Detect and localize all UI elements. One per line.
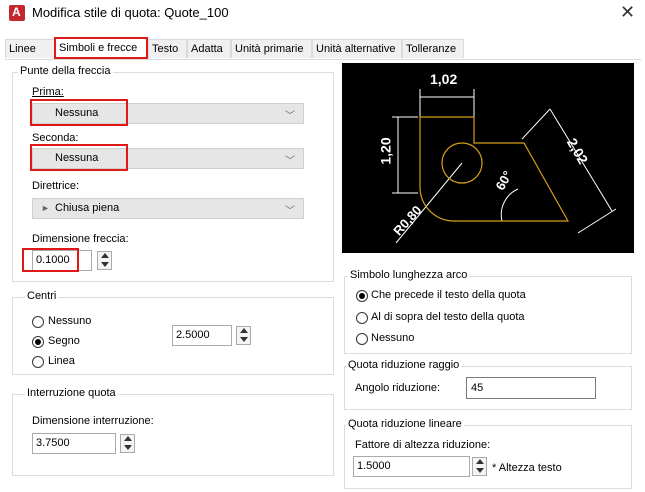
jog-angle-label: Angolo riduzione:: [355, 382, 441, 394]
jog-angle-input[interactable]: 45: [466, 377, 596, 399]
window-title: Modifica stile di quota: Quote_100: [32, 5, 229, 20]
dim-break-legend: Interruzione quota: [25, 387, 118, 399]
chevron-down-icon: ﹀: [285, 156, 295, 167]
close-icon[interactable]: ✕: [620, 2, 635, 23]
break-size-spinner[interactable]: [120, 434, 135, 453]
dimension-preview: 1,02 1,20 2,02 60° R0,80: [342, 63, 634, 253]
chevron-down-icon: ﹀: [285, 111, 295, 122]
arrowheads-legend: Punte della freccia: [18, 65, 113, 77]
center-line-label: Linea: [48, 355, 75, 367]
arc-above-label: Al di sopra del testo della quota: [371, 311, 525, 323]
leader-dropdown[interactable]: ► Chiusa piena ﹀: [32, 198, 304, 219]
break-size-label: Dimensione interruzione:: [32, 415, 154, 427]
title-bar: A Modifica stile di quota: Quote_100 ✕: [0, 0, 645, 26]
center-mark-radio[interactable]: [32, 336, 44, 348]
arc-none-label: Nessuno: [371, 332, 415, 344]
center-size-value: 2.5000: [176, 329, 210, 341]
jog-height-suffix: * Altezza testo: [492, 462, 562, 474]
first-arrow-label: Prima:: [32, 86, 64, 98]
tab-testo[interactable]: Testo: [148, 39, 187, 58]
preview-dim-top: 1,02: [430, 71, 458, 87]
center-marks-legend: Centri: [25, 290, 59, 302]
center-size-input[interactable]: 2.5000: [172, 325, 232, 346]
jog-angle-value: 45: [471, 382, 484, 394]
tab-linee[interactable]: Linee: [5, 39, 55, 58]
tab-tolleranze[interactable]: Tolleranze: [402, 39, 464, 58]
chevron-down-icon: ﹀: [285, 206, 295, 217]
arrowhead-icon: ►: [41, 203, 50, 213]
highlight-second-arrow: [30, 144, 128, 171]
second-arrow-label: Seconda:: [32, 132, 79, 144]
center-none-label: Nessuno: [48, 315, 92, 327]
jog-height-label: Fattore di altezza riduzione:: [355, 439, 491, 451]
highlight-arrow-size: [22, 248, 79, 272]
center-size-spinner[interactable]: [236, 326, 251, 345]
tab-unita-alternative[interactable]: Unità alternative: [312, 39, 402, 58]
jog-height-spinner[interactable]: [472, 457, 487, 476]
arc-above-radio[interactable]: [356, 312, 368, 324]
tab-simboli-e-frecce[interactable]: Simboli e frecce: [54, 37, 148, 59]
arc-none-radio[interactable]: [356, 333, 368, 345]
preview-dim-left: 1,20: [377, 137, 394, 165]
center-none-radio[interactable]: [32, 316, 44, 328]
jog-height-value: 1.5000: [357, 460, 391, 472]
arc-preceding-radio[interactable]: [356, 290, 368, 302]
arrow-size-label: Dimensione freccia:: [32, 233, 129, 245]
arrow-size-spinner[interactable]: [97, 251, 112, 270]
break-size-input[interactable]: 3.7500: [32, 433, 116, 454]
arc-length-legend: Simbolo lunghezza arco: [348, 269, 470, 281]
autocad-app-icon: A: [9, 5, 25, 21]
center-mark-label: Segno: [48, 335, 80, 347]
break-size-value: 3.7500: [36, 437, 70, 449]
linear-jog-legend: Quota riduzione lineare: [346, 418, 464, 430]
radius-jog-legend: Quota riduzione raggio: [346, 359, 462, 371]
tab-unita-primarie[interactable]: Unità primarie: [231, 39, 312, 58]
jog-height-input[interactable]: 1.5000: [353, 456, 470, 477]
leader-value: Chiusa piena: [55, 202, 120, 214]
leader-label: Direttrice:: [32, 180, 80, 192]
tab-adatta[interactable]: Adatta: [187, 39, 231, 58]
arc-preceding-label: Che precede il testo della quota: [371, 289, 526, 301]
highlight-first-arrow: [30, 99, 128, 126]
center-line-radio[interactable]: [32, 356, 44, 368]
